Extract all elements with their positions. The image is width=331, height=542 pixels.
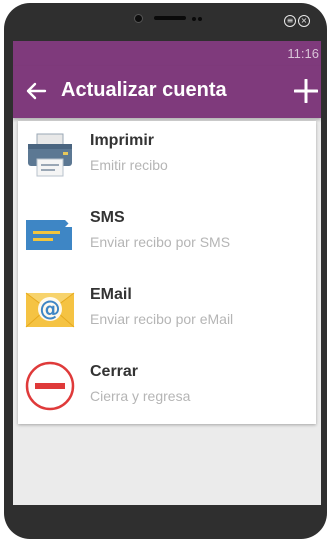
device-top-bezel: ≡ × [4, 3, 327, 43]
options-card: Imprimir Emitir recibo SMS Enviar recibo… [18, 121, 316, 424]
email-icon: @ [25, 292, 75, 328]
sms-icon [26, 220, 72, 250]
page-title: Actualizar cuenta [61, 79, 227, 101]
sensor-icon [198, 17, 202, 21]
back-arrow-icon[interactable] [25, 80, 47, 102]
close-window-icon[interactable]: × [298, 15, 310, 27]
item-title: Imprimir [90, 132, 155, 149]
list-item-sms[interactable]: SMS Enviar recibo por SMS [18, 198, 316, 274]
status-bar: 11:16 [13, 41, 321, 66]
camera-icon [134, 14, 143, 23]
list-item-email[interactable]: @ EMail Enviar recibo por eMail [18, 275, 316, 351]
speaker-icon [154, 16, 186, 20]
app-screen: 11:16 Actualizar cuenta Imprimir Emitir … [13, 41, 321, 505]
sensor-icon [192, 17, 196, 21]
add-icon[interactable] [294, 79, 318, 103]
status-time: 11:16 [287, 46, 319, 61]
item-subtitle: Emitir recibo [90, 157, 168, 173]
svg-text:@: @ [40, 297, 61, 321]
device-frame: ≡ × 11:16 Actualizar cuenta Imprimir Emi… [4, 3, 327, 539]
item-title: EMail [90, 286, 132, 303]
printer-icon [28, 133, 72, 177]
list-item-close[interactable]: Cerrar Cierra y regresa [18, 352, 316, 428]
menu-icon[interactable]: ≡ [284, 15, 296, 27]
item-subtitle: Enviar recibo por eMail [90, 311, 234, 327]
item-subtitle: Cierra y regresa [90, 388, 191, 404]
list-item-print[interactable]: Imprimir Emitir recibo [18, 121, 316, 197]
close-circle-icon [25, 361, 75, 411]
item-title: Cerrar [90, 363, 139, 380]
app-bar: Actualizar cuenta [13, 66, 321, 118]
item-subtitle: Enviar recibo por SMS [90, 234, 231, 250]
device-bottom-bezel [4, 505, 327, 539]
item-title: SMS [90, 209, 125, 226]
